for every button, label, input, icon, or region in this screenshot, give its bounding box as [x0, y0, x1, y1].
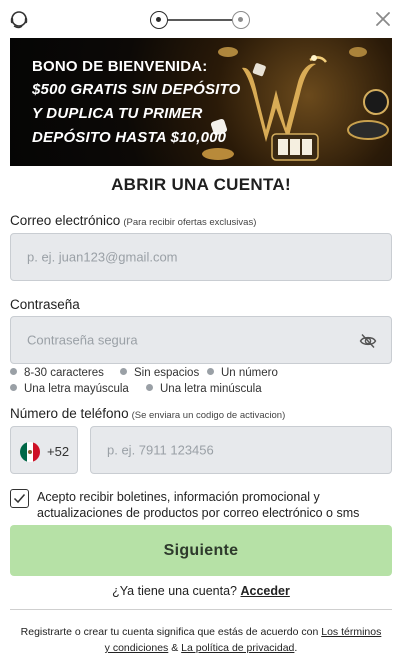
rule-item: Un número: [207, 367, 278, 379]
phone-input[interactable]: p. ej. 7911 123456: [90, 426, 392, 474]
divider: [10, 609, 392, 610]
email-placeholder: p. ej. juan123@gmail.com: [27, 249, 178, 265]
consent-checkbox[interactable]: [10, 489, 29, 508]
top-bar: [0, 0, 402, 38]
email-label-text: Correo electrónico: [10, 213, 121, 228]
legal-end: .: [294, 642, 298, 654]
banner-line-1: BONO DE BIENVENIDA:: [32, 58, 208, 75]
banner-line-3: Y DUPLICA TU PRIMER: [32, 105, 203, 122]
step-1-current: [150, 11, 168, 29]
close-icon[interactable]: [374, 10, 392, 28]
banner-line-4: DEPÓSITO HASTA $10,000: [32, 129, 227, 146]
country-code-selector[interactable]: +52: [10, 426, 78, 474]
legal-text: Registrarte o crear tu cuenta significa …: [20, 624, 382, 656]
step-2: [232, 11, 250, 29]
password-label: Contraseña: [10, 297, 80, 312]
stepper-line: [168, 19, 232, 21]
mexico-flag-icon: [20, 442, 40, 462]
phone-label: Número de teléfono (Se enviara un codigo …: [10, 406, 285, 421]
banner-line-2: $500 GRATIS SIN DEPÓSITO: [32, 81, 241, 98]
have-account-text: ¿Ya tiene una cuenta?: [112, 584, 238, 598]
country-code: +52: [47, 444, 70, 459]
legal-prefix: Registrarte o crear tu cuenta significa …: [20, 626, 319, 638]
password-placeholder: Contraseña segura: [27, 332, 138, 348]
welcome-bonus-banner: BONO DE BIENVENIDA: $500 GRATIS SIN DEPÓ…: [10, 38, 392, 166]
password-input[interactable]: Contraseña segura: [10, 316, 392, 364]
consent-text: Acepto recibir boletines, información pr…: [37, 490, 360, 520]
rule-item: Una letra minúscula: [146, 383, 262, 395]
page-title: ABRIR UNA CUENTA!: [111, 175, 291, 194]
email-label: Correo electrónico (Para recibir ofertas …: [10, 213, 256, 228]
eye-off-icon[interactable]: [359, 332, 377, 350]
check-icon: [13, 494, 26, 504]
banner-text: BONO DE BIENVENIDA: $500 GRATIS SIN DEPÓ…: [32, 56, 240, 150]
support-icon[interactable]: [9, 10, 29, 30]
rule-item: Sin espacios: [120, 367, 199, 379]
legal-and: &: [171, 642, 179, 654]
privacy-link[interactable]: La política de privacidad: [181, 642, 294, 654]
rule-item: Una letra mayúscula: [10, 383, 129, 395]
email-input[interactable]: p. ej. juan123@gmail.com: [10, 233, 392, 281]
rule-item: 8-30 caracteres: [10, 367, 104, 379]
email-hint: (Para recibir ofertas exclusivas): [123, 217, 257, 228]
phone-label-text: Número de teléfono: [10, 406, 129, 421]
phone-hint: (Se enviara un codigo de activacion): [131, 410, 286, 421]
next-button[interactable]: Siguiente: [10, 525, 392, 576]
login-link[interactable]: Acceder: [241, 584, 290, 598]
phone-placeholder: p. ej. 7911 123456: [107, 442, 214, 458]
have-account-row: ¿Ya tiene una cuenta? Acceder: [0, 584, 402, 598]
progress-stepper: [150, 10, 252, 30]
